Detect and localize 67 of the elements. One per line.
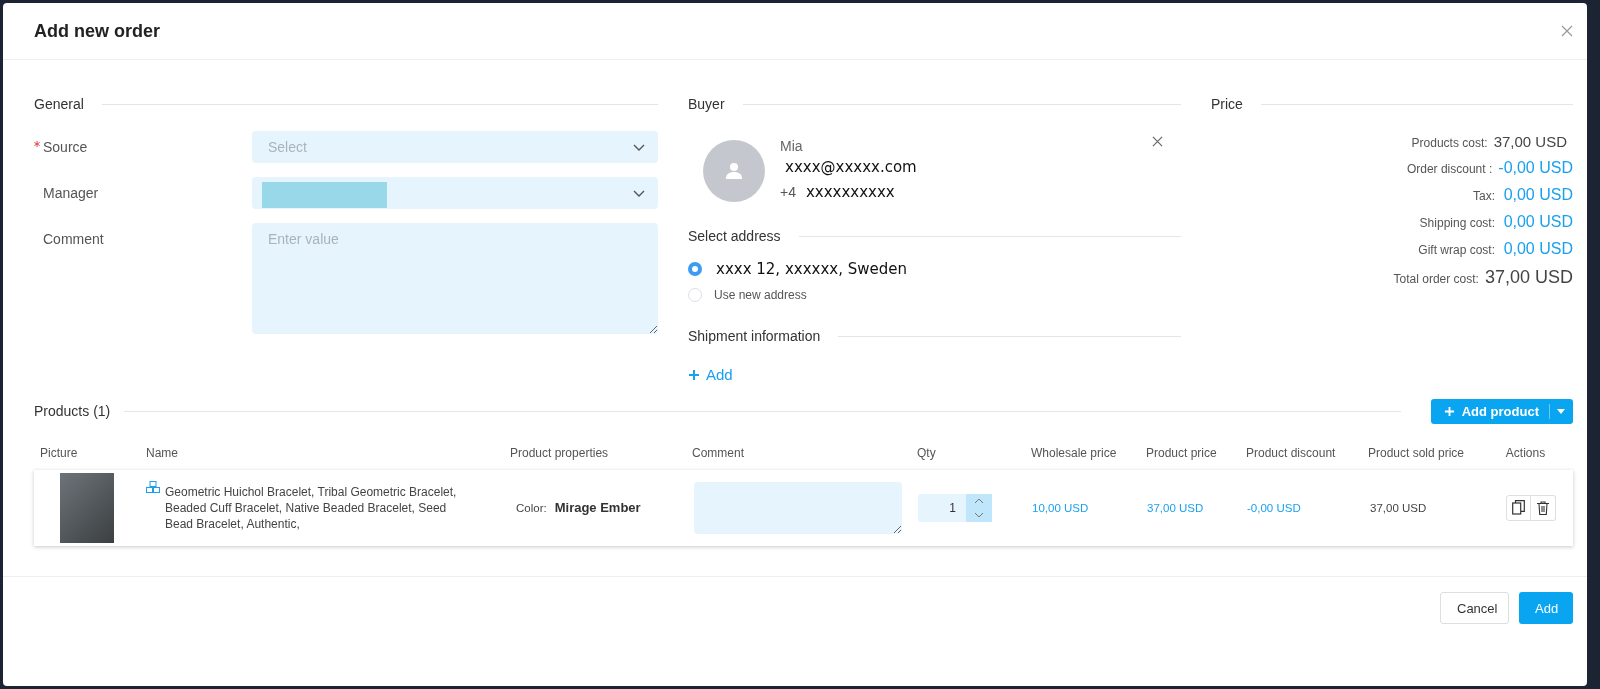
section-heading: Select address	[688, 228, 781, 244]
column-header: Actions	[1504, 445, 1547, 460]
add-button[interactable]: Add	[1519, 592, 1573, 624]
price-label: Tax:	[1473, 189, 1495, 203]
section-heading: Price	[1211, 96, 1243, 112]
caret-icon	[1557, 408, 1565, 414]
price-value: -0,00 USD	[1498, 159, 1573, 177]
section-heading: Shipment information	[688, 328, 821, 344]
address-option: Use new address	[714, 288, 807, 302]
section-heading: Buyer	[688, 96, 725, 112]
price-label: Gift wrap cost:	[1418, 243, 1495, 257]
field-label: Comment	[42, 231, 104, 247]
add-product-button[interactable]: Add product	[1430, 398, 1573, 424]
column-header: Qty	[916, 445, 937, 460]
copy-button[interactable]	[1505, 494, 1531, 521]
column-header: Product discount	[1245, 445, 1337, 460]
price-value: 0,00 USD	[1502, 240, 1573, 258]
cancel-button[interactable]: Cancel	[1440, 592, 1509, 624]
select-field[interactable]	[252, 177, 658, 209]
radio-button[interactable]	[688, 262, 702, 276]
column-header: Product sold price	[1367, 445, 1466, 460]
plus-icon	[688, 368, 700, 381]
column-header: Name	[145, 445, 179, 460]
product-price: 37,00 USD	[1146, 501, 1205, 514]
dialog-title: Add new order	[34, 20, 160, 42]
comment-field[interactable]	[694, 481, 902, 534]
price-value: 37,00 USD	[1484, 267, 1573, 288]
address-option: xxxx 12, xxxxxx, Sweden	[716, 260, 907, 278]
price-label: Products cost:	[1411, 136, 1488, 150]
field-label: Manager	[42, 185, 99, 201]
column-header: Product properties	[509, 445, 610, 460]
person-icon	[725, 162, 743, 180]
delete-button[interactable]	[1530, 494, 1556, 521]
comment-field[interactable]: Enter value	[252, 223, 658, 334]
product-name: Geometric Huichol Bracelet, Tribal Geometric Bracelet, Beaded Cuff Bracelet, Native Beaded Bracelet, Seed Bead Bracelet, Authentic,	[165, 483, 458, 532]
field-label: Source	[43, 139, 88, 155]
boxes-icon	[146, 480, 160, 493]
copy-icon	[1511, 500, 1525, 515]
close-icon[interactable]	[1561, 25, 1573, 37]
section-heading: Products (1)	[34, 403, 111, 419]
product-discount: -0,00 USD	[1246, 501, 1302, 514]
price-label: Order discount :	[1406, 162, 1493, 176]
price-value: 0,00 USD	[1502, 213, 1573, 231]
phone-prefix: +4	[780, 184, 796, 200]
property-value: Mirage Ember	[554, 500, 641, 515]
photo-placeholder	[60, 472, 114, 543]
price-label: Shipping cost:	[1419, 216, 1495, 230]
close-icon[interactable]	[1152, 136, 1163, 147]
buyer-email: xxxx@xxxxx.com	[784, 158, 917, 176]
property-label: Color:	[516, 502, 547, 514]
plus-icon	[1443, 405, 1455, 417]
quantity-field[interactable]: 1	[918, 493, 992, 522]
price-label: Total order cost:	[1393, 272, 1479, 286]
section-heading: General	[34, 96, 84, 112]
price-value: 37,00 USD	[1493, 133, 1568, 150]
price-value: 0,00 USD	[1502, 186, 1573, 204]
wholesale-price: 10,00 USD	[1031, 501, 1090, 514]
buyer-name: Mia	[780, 138, 804, 154]
sold-price: 37,00 USD	[1369, 501, 1428, 514]
column-header: Picture	[39, 445, 79, 460]
trash-icon	[1536, 500, 1549, 515]
select-field[interactable]: Select	[252, 131, 658, 163]
column-header: Comment	[691, 445, 745, 460]
add-shipment-link[interactable]: Add	[688, 366, 733, 383]
column-header: Wholesale price	[1030, 445, 1118, 460]
column-header: Product price	[1145, 445, 1218, 460]
buyer-phone: xxxxxxxxxx	[805, 183, 895, 201]
